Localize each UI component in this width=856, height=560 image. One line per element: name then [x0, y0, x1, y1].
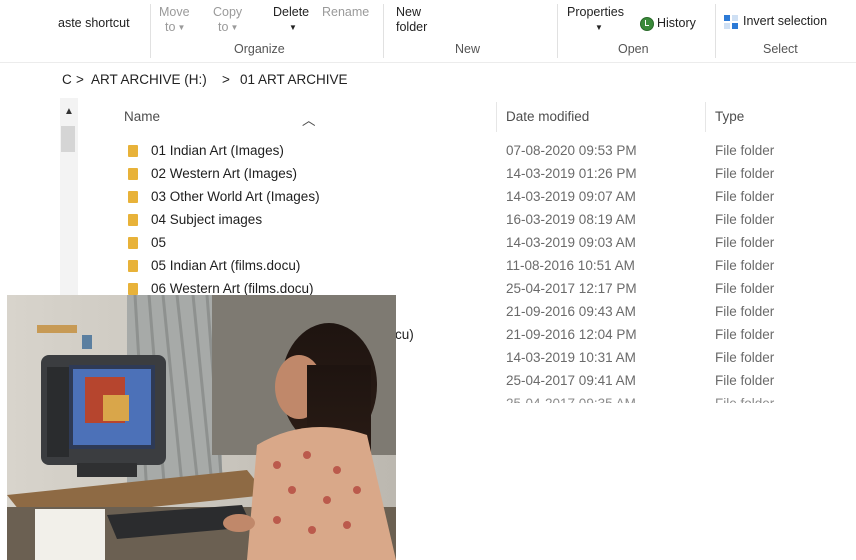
history-button[interactable]: History [640, 16, 696, 31]
new-folder-label-2: folder [396, 20, 428, 34]
file-date: 16-03-2019 08:19 AM [506, 212, 636, 227]
move-to-label-2: to [165, 20, 176, 34]
chevron-down-icon: ▼ [595, 23, 603, 33]
group-label-open: Open [618, 42, 649, 56]
ribbon-divider [150, 4, 151, 58]
folder-icon [128, 237, 138, 249]
invert-selection-label: Invert selection [743, 14, 828, 28]
file-name: 01 Indian Art (Images) [151, 143, 284, 158]
sort-ascending-icon: ︿ [302, 113, 316, 128]
list-item[interactable]: 05 14-03-2019 09:03 AM File folder [0, 232, 856, 255]
file-date: 14-03-2019 09:07 AM [506, 189, 636, 204]
column-divider[interactable] [705, 102, 706, 132]
file-type: File folder [715, 235, 775, 250]
rename-button[interactable]: Rename [322, 5, 369, 20]
file-type: File folder [715, 304, 775, 319]
column-header-date[interactable]: Date modified [506, 109, 589, 124]
copy-to-label-2: to [218, 20, 229, 34]
group-label-new: New [455, 42, 481, 56]
chevron-down-icon: ▼ [177, 23, 186, 33]
paste-shortcut-label: aste shortcut [58, 16, 130, 30]
folder-icon [128, 168, 138, 180]
move-to-label: Move [159, 5, 190, 19]
file-date: 25-04-2017 12:17 PM [506, 281, 637, 296]
delete-button[interactable]: Delete ▼ [273, 5, 309, 35]
breadcrumb-separator-icon: > [76, 72, 84, 87]
properties-button[interactable]: Properties ▼ [567, 5, 624, 35]
list-item[interactable]: 01 Indian Art (Images) 07-08-2020 09:53 … [0, 140, 856, 163]
move-to-button[interactable]: Move to ▼ [159, 5, 190, 35]
breadcrumb-folder[interactable]: 01 ART ARCHIVE [240, 72, 348, 87]
file-type: File folder [715, 327, 775, 342]
file-date: 07-08-2020 09:53 PM [506, 143, 637, 158]
file-name: 03 Other World Art (Images) [151, 189, 320, 204]
history-label: History [657, 16, 696, 30]
file-type: File folder [715, 350, 775, 365]
rename-label: Rename [322, 5, 370, 19]
scroll-up-icon[interactable]: ▲ [64, 106, 74, 117]
breadcrumb-drive[interactable]: ART ARCHIVE (H:) [91, 72, 207, 87]
file-date: 14-03-2019 10:31 AM [506, 350, 636, 365]
column-divider[interactable] [496, 102, 497, 132]
file-type: File folder [715, 166, 775, 181]
folder-icon [128, 214, 138, 226]
history-icon [640, 16, 654, 31]
invert-selection-button[interactable]: Invert selection [724, 14, 827, 29]
file-date: 14-03-2019 09:03 AM [506, 235, 636, 250]
group-label-organize: Organize [234, 42, 285, 56]
list-item[interactable]: 02 Western Art (Images) 14-03-2019 01:26… [0, 163, 856, 186]
inset-photo-student-at-computer [7, 295, 396, 560]
file-date: 25-04-2017 09:41 AM [506, 373, 636, 388]
ribbon-divider [557, 4, 558, 58]
folder-icon [128, 283, 138, 295]
breadcrumb-prefix: C [62, 72, 72, 87]
ribbon-divider [715, 4, 716, 58]
list-item[interactable]: 05 Indian Art (films.docu) 11-08-2016 10… [0, 255, 856, 278]
list-item[interactable]: 03 Other World Art (Images) 14-03-2019 0… [0, 186, 856, 209]
column-header-type[interactable]: Type [715, 109, 744, 124]
file-type: File folder [715, 258, 775, 273]
file-type-partial: File folder [715, 396, 774, 403]
delete-label: Delete [273, 5, 310, 19]
file-name: 06 Western Art (films.docu) [151, 281, 314, 296]
column-header-name[interactable]: Name [124, 109, 160, 124]
copy-to-button[interactable]: Copy to ▼ [213, 5, 242, 35]
list-item[interactable]: 04 Subject images 16-03-2019 08:19 AM Fi… [0, 209, 856, 232]
file-name: cu) [395, 327, 414, 342]
folder-icon [128, 145, 138, 157]
file-type: File folder [715, 189, 775, 204]
ribbon-toolbar: aste shortcut Move to ▼ Copy to ▼ Delete ▼… [0, 0, 856, 62]
file-name: 05 [151, 235, 167, 250]
file-name: 02 Western Art (Images) [151, 166, 298, 181]
file-type: File folder [715, 281, 775, 296]
properties-label: Properties [567, 5, 624, 19]
file-date: 21-09-2016 12:04 PM [506, 327, 637, 342]
group-label-select: Select [763, 42, 798, 56]
file-name: 05 Indian Art (films.docu) [151, 258, 301, 273]
new-folder-label: New [396, 5, 422, 19]
paste-shortcut-button[interactable]: aste shortcut [58, 16, 130, 31]
chevron-down-icon: ▼ [230, 23, 239, 33]
chevron-down-icon: ▼ [289, 23, 297, 33]
ribbon-divider [383, 4, 384, 58]
photo-illustration [7, 295, 396, 560]
file-date: 21-09-2016 09:43 AM [506, 304, 636, 319]
file-type: File folder [715, 143, 775, 158]
file-type: File folder [715, 373, 775, 388]
file-name: 04 Subject images [151, 212, 263, 227]
breadcrumb-separator-icon: > [222, 72, 230, 87]
new-folder-button[interactable]: New folder [396, 5, 427, 35]
file-date: 11-08-2016 10:51 AM [506, 258, 635, 273]
file-date: 14-03-2019 01:26 PM [506, 166, 637, 181]
invert-selection-icon [724, 14, 738, 29]
folder-icon [128, 191, 138, 203]
folder-icon [128, 260, 138, 272]
file-type: File folder [715, 212, 775, 227]
address-bar[interactable]: C > ART ARCHIVE (H:) > 01 ART ARCHIVE [0, 62, 856, 97]
copy-to-label: Copy [213, 5, 243, 19]
file-date-partial: 25-04-2017 09:35 AM [506, 396, 636, 403]
